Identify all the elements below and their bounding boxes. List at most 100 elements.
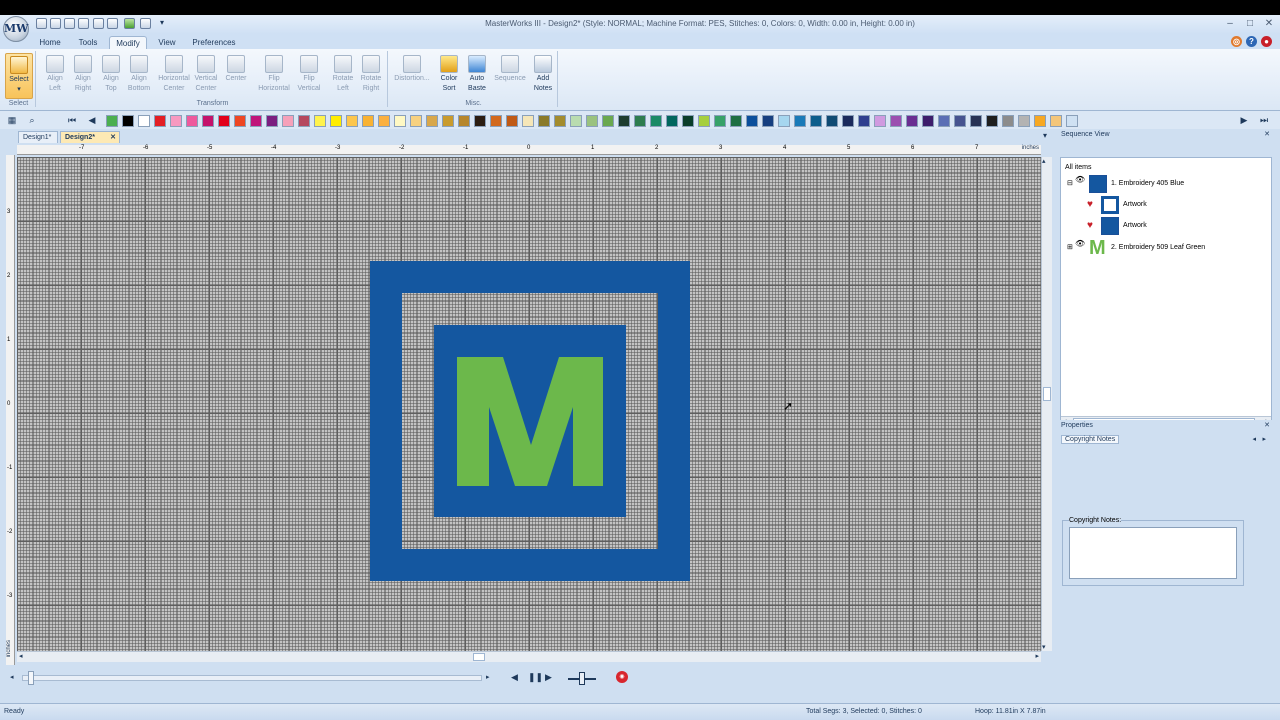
align-top-button[interactable]: Align Top	[96, 53, 126, 97]
color-swatch[interactable]	[346, 115, 358, 127]
color-swatch[interactable]	[1018, 115, 1030, 127]
color-swatch[interactable]	[410, 115, 422, 127]
color-swatch[interactable]	[154, 115, 166, 127]
color-swatch[interactable]	[362, 115, 374, 127]
center-button[interactable]: Center	[221, 53, 251, 97]
color-swatch[interactable]	[442, 115, 454, 127]
flip-vertical-button[interactable]: Flip Vertical	[294, 53, 324, 97]
scroll-left-icon[interactable]: ◂	[19, 652, 23, 660]
help-icon[interactable]: ?	[1246, 36, 1257, 47]
close-icon[interactable]: ✕	[1261, 17, 1277, 30]
color-swatch[interactable]	[714, 115, 726, 127]
player-left-icon[interactable]: ◂	[10, 673, 14, 681]
style-icon[interactable]: ◎	[1231, 36, 1242, 47]
tab-design1[interactable]: Design1*	[18, 131, 58, 143]
color-swatch[interactable]	[506, 115, 518, 127]
scroll-up-icon[interactable]: ▴	[1042, 157, 1046, 165]
select-button[interactable]: Select ▾	[5, 53, 33, 99]
color-swatch[interactable]	[970, 115, 982, 127]
next-tab-icon[interactable]: ▸	[1262, 434, 1266, 446]
tab-home[interactable]: Home	[35, 36, 65, 50]
stitch-progress-track[interactable]	[22, 675, 482, 681]
color-swatch[interactable]	[986, 115, 998, 127]
color-swatch[interactable]	[890, 115, 902, 127]
sequence-child-artwork-1[interactable]: ♥ Artwork	[1067, 194, 1267, 216]
copyright-notes-field[interactable]	[1069, 527, 1237, 579]
vertical-center-button[interactable]: Vertical Center	[191, 53, 221, 97]
maximize-icon[interactable]: □	[1242, 17, 1258, 30]
color-swatch[interactable]	[458, 115, 470, 127]
color-swatch[interactable]	[282, 115, 294, 127]
color-swatch[interactable]	[170, 115, 182, 127]
horizontal-center-button[interactable]: Horizontal Center	[155, 53, 193, 97]
color-swatch[interactable]	[762, 115, 774, 127]
color-swatch[interactable]	[826, 115, 838, 127]
color-swatch[interactable]	[106, 115, 118, 127]
color-swatch[interactable]	[330, 115, 342, 127]
color-swatch[interactable]	[1002, 115, 1014, 127]
color-swatch[interactable]	[682, 115, 694, 127]
scroll-right-icon[interactable]: ▸	[1035, 652, 1039, 660]
color-swatch[interactable]	[954, 115, 966, 127]
color-swatch[interactable]	[122, 115, 134, 127]
tab-preferences[interactable]: Preferences	[189, 36, 239, 50]
design-grid[interactable]: ➚	[17, 157, 1041, 651]
sequence-close-icon[interactable]: ✕	[1264, 129, 1270, 141]
align-left-button[interactable]: Align Left	[40, 53, 70, 97]
color-swatch[interactable]	[778, 115, 790, 127]
properties-close-icon[interactable]: ✕	[1264, 420, 1270, 432]
eye-icon[interactable]: 👁	[1075, 233, 1085, 255]
tab-design2[interactable]: Design2* ✕	[60, 131, 120, 143]
color-swatch[interactable]	[474, 115, 486, 127]
grid-icon[interactable]: ▦	[6, 114, 18, 126]
color-swatch[interactable]	[394, 115, 406, 127]
palette-next-icon[interactable]: ▶	[1238, 114, 1250, 126]
color-swatch[interactable]	[202, 115, 214, 127]
color-swatch[interactable]	[522, 115, 534, 127]
color-swatch[interactable]	[426, 115, 438, 127]
color-swatch[interactable]	[698, 115, 710, 127]
color-swatch[interactable]	[138, 115, 150, 127]
expand-icon[interactable]: ⊞	[1067, 237, 1073, 259]
collapse-icon[interactable]: ⊟	[1067, 173, 1073, 195]
color-swatch[interactable]	[234, 115, 246, 127]
color-swatch[interactable]	[730, 115, 742, 127]
align-right-button[interactable]: Align Right	[68, 53, 98, 97]
color-swatch[interactable]	[298, 115, 310, 127]
add-notes-button[interactable]: Add Notes	[528, 53, 558, 97]
color-swatch[interactable]	[746, 115, 758, 127]
color-swatch[interactable]	[842, 115, 854, 127]
exit-icon[interactable]: ●	[1261, 36, 1272, 47]
scroll-down-icon[interactable]: ▾	[1042, 643, 1046, 651]
vertical-scroll-thumb[interactable]	[1043, 387, 1051, 401]
tab-modify[interactable]: Modify	[109, 36, 147, 50]
pause-icon[interactable]: ❚❚	[528, 672, 543, 683]
distortion-button[interactable]: Distortion...	[392, 53, 432, 97]
tab-tools[interactable]: Tools	[74, 36, 102, 50]
color-swatch[interactable]	[1034, 115, 1046, 127]
zoom-icon[interactable]: ⌕	[26, 114, 38, 126]
close-tab-icon[interactable]: ✕	[110, 132, 116, 143]
color-swatch[interactable]	[906, 115, 918, 127]
color-swatch[interactable]	[266, 115, 278, 127]
flip-horizontal-button[interactable]: Flip Horizontal	[254, 53, 294, 97]
tab-copyright-notes[interactable]: Copyright Notes	[1061, 435, 1120, 444]
palette-first-icon[interactable]: ⏮	[66, 114, 78, 126]
palette-prev-icon[interactable]: ◀	[86, 114, 98, 126]
color-swatch[interactable]	[538, 115, 550, 127]
prev-tab-icon[interactable]: ◂	[1252, 434, 1256, 446]
speed-slider-handle[interactable]	[579, 672, 585, 685]
tab-list-icon[interactable]: ▾	[1043, 131, 1047, 140]
color-swatch[interactable]	[922, 115, 934, 127]
color-swatch[interactable]	[650, 115, 662, 127]
auto-baste-button[interactable]: Auto Baste	[462, 53, 492, 97]
color-sort-button[interactable]: Color Sort	[434, 53, 464, 97]
step-back-icon[interactable]: ◀	[511, 672, 518, 683]
tab-view[interactable]: View	[153, 36, 181, 50]
color-swatch[interactable]	[794, 115, 806, 127]
minimize-icon[interactable]: –	[1222, 17, 1238, 30]
stop-icon[interactable]: ◉	[616, 671, 628, 683]
horizontal-scroll-thumb[interactable]	[473, 653, 485, 661]
color-swatch[interactable]	[570, 115, 582, 127]
palette-last-icon[interactable]: ⏭	[1258, 114, 1270, 126]
